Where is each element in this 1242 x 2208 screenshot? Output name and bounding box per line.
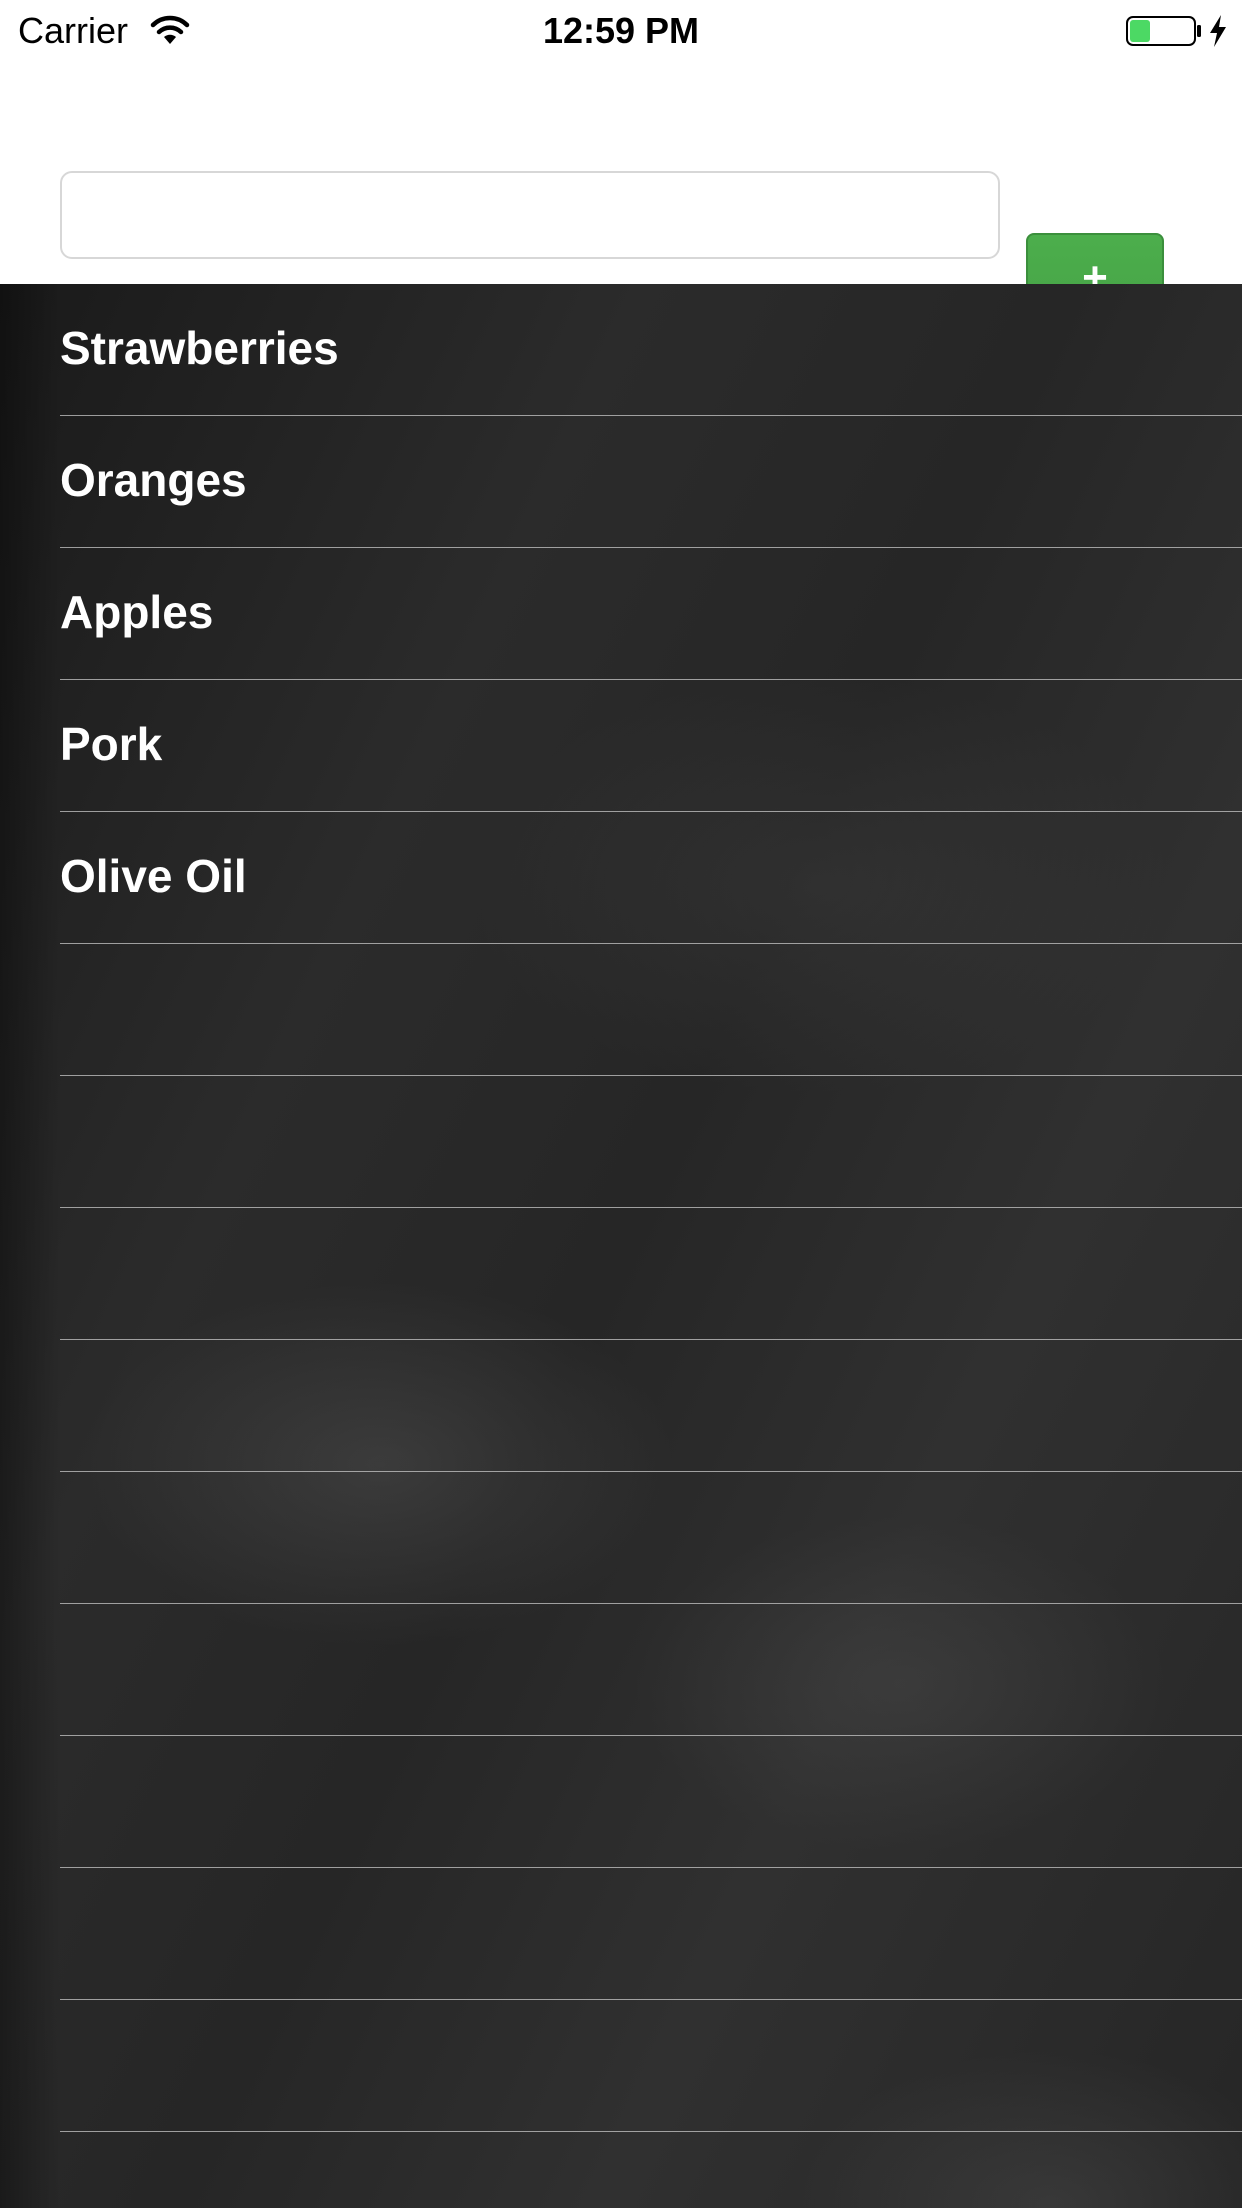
list-item[interactable] bbox=[60, 1604, 1242, 1736]
list-item[interactable] bbox=[60, 2000, 1242, 2132]
list-item-label: Oranges bbox=[60, 454, 247, 506]
list-item[interactable] bbox=[60, 1340, 1242, 1472]
list-item[interactable]: Olive Oil bbox=[60, 812, 1242, 944]
battery-icon bbox=[1126, 16, 1201, 46]
clock: 12:59 PM bbox=[542, 10, 700, 51]
list-item-label: Olive Oil bbox=[60, 850, 247, 902]
list-item[interactable] bbox=[60, 1208, 1242, 1340]
add-item-bar: + bbox=[0, 62, 1242, 322]
list-item[interactable] bbox=[60, 1076, 1242, 1208]
status-bar: Carrier 12:59 PM bbox=[0, 0, 1242, 62]
item-input[interactable] bbox=[60, 171, 1000, 259]
list-item-label: Strawberries bbox=[60, 322, 339, 374]
list-item[interactable]: Apples bbox=[60, 548, 1242, 680]
list-item[interactable]: Strawberries bbox=[60, 284, 1242, 416]
list-item[interactable] bbox=[60, 1736, 1242, 1868]
list-item-label: Pork bbox=[60, 718, 163, 770]
charging-bolt-icon bbox=[1210, 15, 1226, 47]
item-list: Strawberries Oranges Apples Pork Olive Oil bbox=[0, 284, 1242, 2208]
list-item[interactable] bbox=[60, 1868, 1242, 2000]
list-item-label: Apples bbox=[60, 586, 214, 638]
list-item[interactable]: Oranges bbox=[60, 416, 1242, 548]
list-item[interactable] bbox=[60, 1472, 1242, 1604]
list-item[interactable] bbox=[60, 944, 1242, 1076]
list-item[interactable]: Pork bbox=[60, 680, 1242, 812]
